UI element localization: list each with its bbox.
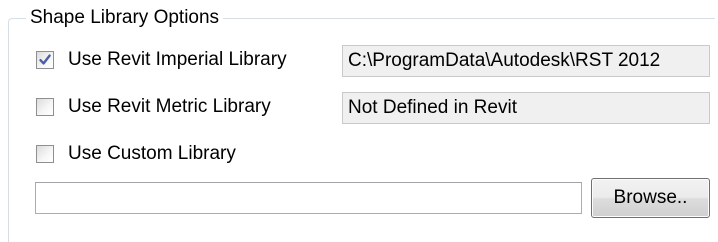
custom-library-path-input[interactable] xyxy=(35,182,582,214)
imperial-library-option[interactable]: Use Revit Imperial Library xyxy=(36,48,287,72)
groupbox-title: Shape Library Options xyxy=(26,5,224,31)
metric-library-option[interactable]: Use Revit Metric Library xyxy=(36,95,271,119)
custom-library-checkbox[interactable] xyxy=(36,145,54,163)
metric-library-label: Use Revit Metric Library xyxy=(68,96,271,117)
checkmark-icon xyxy=(39,54,51,65)
metric-library-checkbox[interactable] xyxy=(36,98,54,116)
browse-button[interactable]: Browse.. xyxy=(591,178,710,218)
metric-library-path: Not Defined in Revit xyxy=(342,92,710,124)
imperial-library-label: Use Revit Imperial Library xyxy=(68,49,287,70)
custom-library-label: Use Custom Library xyxy=(68,143,236,164)
imperial-library-path: C:\ProgramData\Autodesk\RST 2012 xyxy=(342,45,710,77)
imperial-library-checkbox[interactable] xyxy=(36,51,54,69)
custom-library-option[interactable]: Use Custom Library xyxy=(36,142,236,166)
